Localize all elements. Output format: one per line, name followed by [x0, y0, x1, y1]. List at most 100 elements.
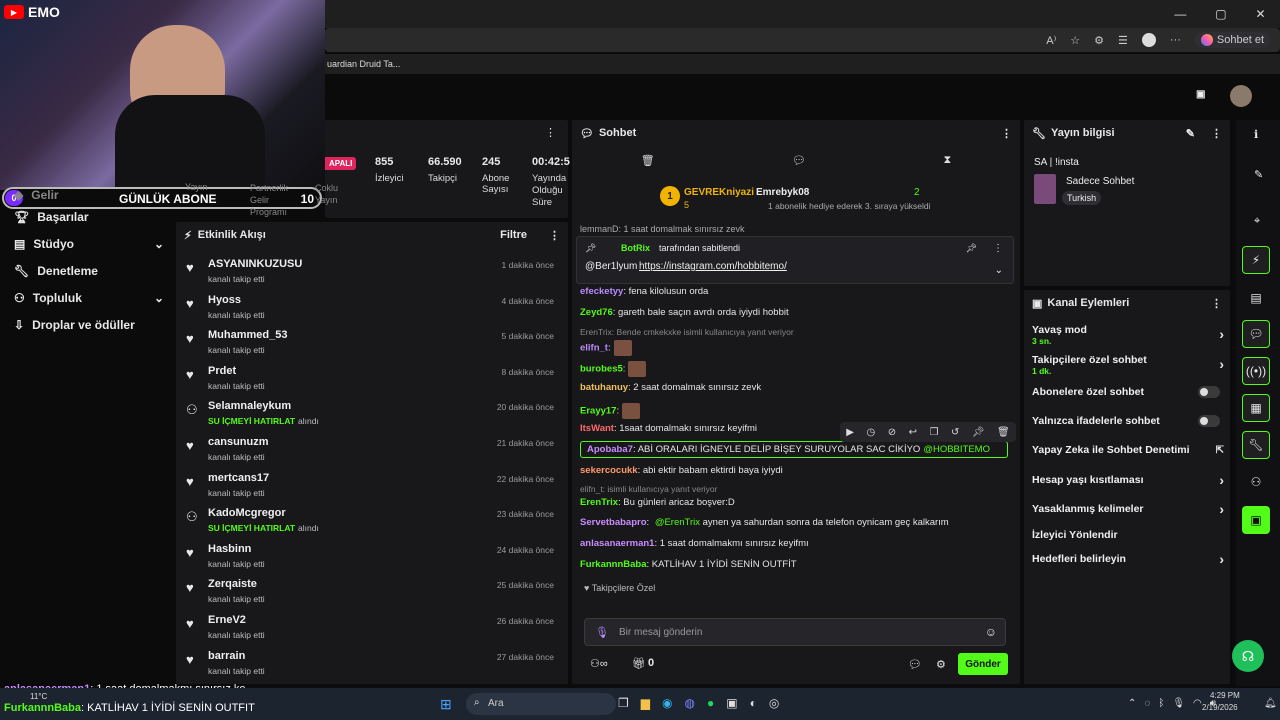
clock-icon[interactable]: ◷ [866, 427, 875, 438]
chat-username[interactable]: FurkannnBaba [580, 559, 647, 570]
category-name[interactable]: Sadece Sohbet [1066, 176, 1134, 187]
tools-button[interactable]: 🔧︎ [1242, 431, 1270, 459]
send-button[interactable]: Gönder [958, 653, 1008, 675]
more-icon[interactable]: ⋮ [549, 229, 560, 242]
unpin-icon[interactable]: 📌︎ [966, 243, 977, 254]
undo-icon[interactable]: ↺ [951, 427, 959, 438]
trash-icon[interactable]: 🗑︎ [641, 154, 655, 167]
play-icon[interactable]: ▶ [846, 427, 854, 438]
chat-username[interactable]: efecketyy [580, 286, 623, 297]
hourglass-icon[interactable]: ⧗ [944, 154, 952, 167]
notifications-icon[interactable]: 🔔︎ [1264, 698, 1277, 709]
activity-event[interactable]: ♥ cansunuzm kanalı takip etti 21 dakika önc… [176, 434, 568, 470]
task-view-icon[interactable]: ❐ [618, 696, 629, 710]
community-button[interactable]: ⚇ [1242, 468, 1270, 496]
bluetooth-icon[interactable]: ᛒ [1158, 698, 1164, 709]
screenshot-icon[interactable]: ⌖ [1254, 215, 1260, 228]
info-icon[interactable]: ℹ [1254, 128, 1258, 141]
chat-message[interactable]: Zeyd76: gareth bale saçın avrdı orda iyi… [580, 307, 789, 318]
edit-icon[interactable]: ✎ [1254, 168, 1263, 181]
channel-action[interactable]: İzleyici Yönlendir [1032, 529, 1230, 541]
edge-icon[interactable]: ◉ [662, 696, 672, 710]
activity-event[interactable]: ♥ Zerqaiste kanalı takip etti 25 dakika önc… [176, 576, 568, 612]
minimize-button[interactable]: — [1174, 7, 1186, 21]
chat-input[interactable]: 🎙︎ Bir mesaj gönderin ☺ [584, 618, 1006, 646]
sidebar-item-studio[interactable]: ▤ Stüdyo ⌄ [14, 235, 164, 253]
extensions-icon[interactable]: ⚙ [1094, 34, 1104, 47]
activity-event[interactable]: ♥ Hyoss kanalı takip etti 4 dakika önce [176, 292, 568, 328]
broadcast-button[interactable]: ((•)) [1242, 357, 1270, 385]
activity-event[interactable]: ⚇ KadoMcgregor SU İÇMEYİ HATIRLAT alındı 23 … [176, 505, 568, 541]
trash-icon[interactable]: 🗑︎ [997, 427, 1010, 438]
gift-icon[interactable]: 🎁︎ [632, 657, 646, 670]
steam-icon[interactable]: ◐ [750, 696, 757, 710]
chat-username[interactable]: Zeyd76 [580, 307, 613, 318]
toggle-switch[interactable] [1198, 415, 1220, 427]
sidebar-item-achievements[interactable]: 🏆︎ Başarılar [14, 208, 164, 226]
edit-icon[interactable]: ✎ [1186, 127, 1195, 140]
chat-username[interactable]: Erayy17 [580, 406, 616, 417]
pin-icon[interactable]: 📌︎ [972, 427, 985, 438]
clip-button[interactable]: ▣ [1242, 506, 1270, 534]
notes-button[interactable]: ▤ [1242, 284, 1270, 312]
chat-message[interactable]: burobes5: [580, 361, 647, 377]
more-icon[interactable]: ··· [1170, 34, 1181, 46]
chat-message[interactable]: sekercocukk: abi ektir babam ektirdi bay… [580, 465, 783, 476]
channel-action[interactable]: Takipçilere özel sohbet 1 dk. › [1032, 354, 1230, 376]
tray-app-icon[interactable]: ◌ [1144, 698, 1150, 709]
chat-username[interactable]: anlasanaerman1 [580, 538, 654, 549]
chat-bubble-icon[interactable]: 💬︎ [792, 154, 806, 167]
avatar[interactable] [1230, 85, 1252, 107]
more-icon[interactable]: ⋮ [545, 126, 556, 139]
chat-message[interactable]: ItsWant: 1saat domalmakı sınırsız keyifm… [580, 423, 757, 434]
chat-username[interactable]: elifn_t [580, 343, 608, 354]
more-icon[interactable]: ⋮ [993, 243, 1003, 254]
chat-message[interactable]: batuhanuy: 2 saat domalmak sınırsız zevk [580, 382, 761, 393]
reply-context[interactable]: ErenTrix: Bende cmkekxke isimli kullanıc… [580, 327, 794, 337]
copy-icon[interactable]: ❐ [929, 427, 938, 438]
filter-button[interactable]: Filtre [500, 229, 527, 241]
more-icon[interactable]: ⋮ [1211, 297, 1222, 310]
activity-event[interactable]: ♥ Hasbinn kanalı takip etti 24 dakika önce [176, 541, 568, 577]
channel-action[interactable]: Yavaş mod 3 sn. › [1032, 324, 1230, 346]
taskbar-search[interactable]: ⌕ Ara [466, 693, 616, 715]
channel-action[interactable]: Yapay Zeka ile Sohbet Denetimi ⇱ [1032, 444, 1230, 456]
chat-settings-icon[interactable]: 💬︎ [908, 658, 922, 671]
windows-start-icon[interactable]: ⊞ [440, 696, 452, 713]
activity-event[interactable]: ♥ ErneV2 kanalı takip etti 26 dakika önce [176, 612, 568, 648]
more-icon[interactable]: ⋮ [1001, 127, 1012, 140]
tab-partner[interactable]: Partnerlik Gelir Programı [250, 182, 308, 218]
chat-username[interactable]: ItsWant [580, 423, 614, 434]
spotify-icon[interactable]: ● [707, 696, 714, 710]
chevron-up-icon[interactable]: ⌃ [1128, 698, 1136, 709]
channel-action[interactable]: Yasaklanmış kelimeler › [1032, 501, 1230, 517]
copilot-button[interactable]: Sohbet et [1194, 32, 1270, 48]
collections-icon[interactable]: ☰ [1118, 34, 1128, 47]
chat-username[interactable]: sekercocukk [580, 465, 638, 476]
chat-message[interactable]: Erayy17: [580, 403, 641, 419]
reply-icon[interactable]: ↩ [909, 427, 917, 438]
chat-username[interactable]: ErenTrix [580, 497, 618, 508]
activity-event[interactable]: ♥ ASYANINKUZUSU kanalı takip etti 1 dakika … [176, 256, 568, 292]
chat-message[interactable]: elifn_t: [580, 340, 632, 356]
chat-message[interactable]: anlasanaerman1: 1 saat domalmakmı sınırs… [580, 538, 809, 549]
tab-multistream[interactable]: Çoklu Yayın [315, 182, 347, 206]
channel-action[interactable]: Abonelere özel sohbet [1032, 386, 1230, 398]
creator-mode-icon[interactable]: ▣ [1196, 89, 1205, 100]
chat-message[interactable]: Servetbabapro: @ErenTrix aynen ya sahurd… [580, 517, 949, 528]
obs-icon[interactable]: ◎ [769, 696, 779, 710]
more-icon[interactable]: ⋮ [1211, 127, 1222, 140]
maximize-button[interactable]: ▢ [1215, 7, 1226, 21]
activity-event[interactable]: ♥ mertcans17 kanalı takip etti 22 dakika ön… [176, 470, 568, 506]
mention[interactable]: @ErenTrix [655, 517, 700, 528]
leader2-name[interactable]: Emrebyk08 [756, 187, 809, 198]
channel-action[interactable]: Hesap yaşı kısıtlaması › [1032, 472, 1230, 488]
close-button[interactable]: ✕ [1255, 7, 1265, 21]
chat-username[interactable]: Apobaba7 [587, 444, 633, 455]
chat-message[interactable]: efecketyy: fena kilolusun orda [580, 286, 708, 297]
channel-action[interactable]: Yalnızca ifadelerle sohbet [1032, 415, 1230, 427]
leader-name[interactable]: GEVREKniyazi [684, 187, 754, 198]
activity-event[interactable]: ⚇ Selamnaleykum SU İÇMEYİ HATIRLAT alındı 20… [176, 398, 568, 434]
profile-icon[interactable] [1141, 33, 1156, 47]
chat-username[interactable]: batuhanuy [580, 382, 628, 393]
